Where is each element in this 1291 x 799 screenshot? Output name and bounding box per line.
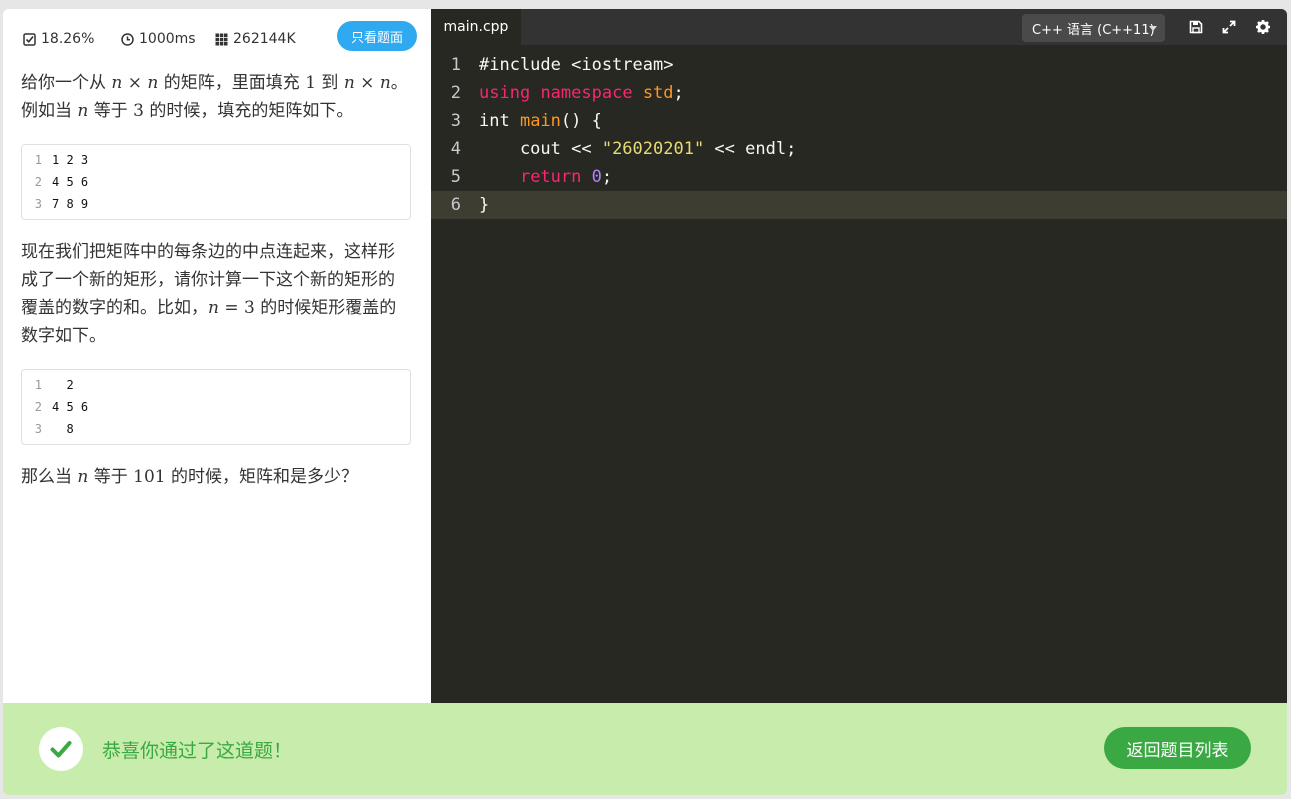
grid-icon	[215, 33, 228, 45]
problem-paragraph-1: 给你一个从 n × n 的矩阵，里面填充 1 到 n × n。例如当 n 等于 …	[21, 73, 408, 121]
code-text: #include <iostream>	[479, 55, 674, 75]
editor-tabbar: main.cpp C++ 语言 (C++11)	[431, 9, 1287, 45]
editor-line-active[interactable]: 6 }	[431, 191, 1287, 219]
tab-main-cpp[interactable]: main.cpp	[431, 9, 521, 45]
success-bar: 恭喜你通过了这道题！ 返回题目列表	[3, 703, 1287, 795]
code-text: return 0;	[519, 167, 613, 187]
code-text: int main() {	[479, 111, 602, 131]
back-to-list-button[interactable]: 返回题目列表	[1104, 727, 1251, 769]
language-select[interactable]: C++ 语言 (C++11)	[1022, 14, 1165, 42]
code-line: 37 8 9	[34, 197, 89, 211]
save-icon[interactable]	[1188, 19, 1204, 35]
editor-line[interactable]: 5 return 0;	[431, 163, 1287, 191]
only-problem-button[interactable]: 只看题面	[337, 21, 417, 51]
problem-paragraph-2: 现在我们把矩阵中的每条边的中点连起来，这样形成了一个新的矩形，请你计算一下这个新…	[21, 242, 397, 346]
app-frame: 18.26% 1000ms 262144K 只看题面 给你一个从 n × n 的…	[3, 9, 1287, 795]
check-icon	[50, 741, 72, 758]
line-number: 2	[450, 83, 461, 103]
problem-paragraph-3: 那么当 n 等于 101 的时候，矩阵和是多少？	[21, 467, 359, 487]
editor-line[interactable]: 2 using namespace std;	[431, 79, 1287, 107]
line-number: 6	[450, 195, 461, 215]
memory-limit: 262144K	[215, 31, 296, 47]
memory-limit-value: 262144K	[233, 31, 296, 47]
code-text: cout << "26020201" << endl;	[479, 139, 797, 159]
problem-panel: 18.26% 1000ms 262144K 只看题面 给你一个从 n × n 的…	[3, 9, 431, 703]
code-editor[interactable]: 1 #include <iostream> 2 using namespace …	[431, 51, 1287, 219]
success-message: 恭喜你通过了这道题！	[102, 740, 293, 762]
code-line: 24 5 6	[34, 400, 89, 414]
fullscreen-icon[interactable]	[1221, 19, 1237, 35]
line-number: 5	[450, 167, 461, 187]
matrix-example-1: 11 2 3 24 5 6 37 8 9	[21, 144, 411, 220]
code-text: }	[479, 195, 490, 215]
time-limit: 1000ms	[121, 31, 196, 47]
language-select-value: C++ 语言 (C++11)	[1032, 22, 1155, 38]
gear-icon[interactable]	[1255, 19, 1271, 35]
code-line: 3 8	[34, 422, 74, 436]
editor-line[interactable]: 3 int main() {	[431, 107, 1287, 135]
success-badge	[39, 727, 83, 771]
line-number: 1	[450, 55, 461, 75]
line-number: 4	[450, 139, 461, 159]
editor-line[interactable]: 4 cout << "26020201" << endl;	[431, 135, 1287, 163]
checkbox-icon	[23, 32, 36, 46]
clock-icon	[121, 32, 134, 46]
editor-panel: main.cpp C++ 语言 (C++11) 1 #include <iost…	[431, 9, 1287, 703]
editor-line[interactable]: 1 #include <iostream>	[431, 51, 1287, 79]
code-text: using namespace std;	[479, 83, 684, 103]
pass-rate: 18.26%	[23, 31, 94, 47]
code-line: 11 2 3	[34, 153, 89, 167]
matrix-example-2: 1 2 24 5 6 3 8	[21, 369, 411, 445]
code-line: 24 5 6	[34, 175, 89, 189]
pass-rate-value: 18.26%	[41, 31, 95, 47]
problem-meta: 18.26% 1000ms 262144K 只看题面	[3, 9, 431, 63]
time-limit-value: 1000ms	[139, 31, 196, 47]
code-line: 1 2	[34, 378, 74, 392]
line-number: 3	[450, 111, 461, 131]
caret-down-icon	[1149, 26, 1157, 31]
